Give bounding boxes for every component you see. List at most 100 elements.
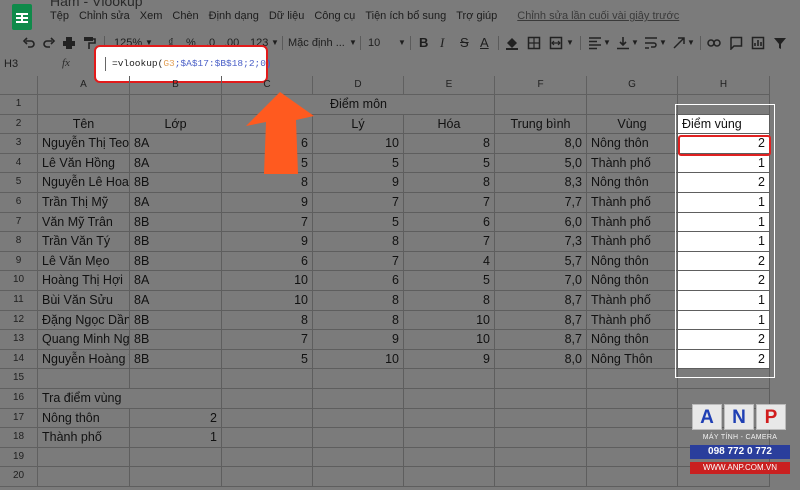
cell-b14[interactable]: 8B <box>130 349 222 370</box>
cell-a9[interactable]: Lê Văn Mẹo <box>38 251 130 272</box>
cell-d9[interactable]: 7 <box>313 251 404 272</box>
cell-b15[interactable] <box>130 369 222 389</box>
row-header-16[interactable]: 16 <box>0 389 38 409</box>
cell-d4[interactable]: 5 <box>313 153 404 174</box>
name-box[interactable]: H3 <box>4 58 18 70</box>
cell-a19[interactable] <box>38 447 130 468</box>
cell-h4[interactable]: 1 <box>678 153 770 174</box>
cell-g15[interactable] <box>587 369 678 389</box>
cell-d7[interactable]: 5 <box>313 212 404 233</box>
cell-h15[interactable] <box>678 369 770 389</box>
cell-f9[interactable]: 5,7 <box>495 251 587 272</box>
cell-g8[interactable]: Thành phố <box>587 232 678 252</box>
print-icon[interactable] <box>62 32 76 54</box>
cell-a11[interactable]: Bùi Văn Sửu <box>38 291 130 311</box>
menu-view[interactable]: Xem <box>140 10 163 26</box>
cell-e20[interactable] <box>404 467 495 487</box>
row-header-14[interactable]: 14 <box>0 349 38 370</box>
cell-c18[interactable] <box>222 428 313 448</box>
cell-c5[interactable]: 8 <box>222 173 313 193</box>
redo-icon[interactable] <box>42 32 56 54</box>
menu-edit[interactable]: Chỉnh sửa <box>79 10 130 26</box>
cell-h6[interactable]: 1 <box>678 193 770 213</box>
cell-b2[interactable]: Lớp <box>130 114 222 135</box>
cell-d15[interactable] <box>313 369 404 389</box>
cell-d13[interactable]: 9 <box>313 330 404 350</box>
cell-b6[interactable]: 8A <box>130 193 222 213</box>
undo-icon[interactable] <box>22 32 36 54</box>
menu-addons[interactable]: Tiện ích bổ sung <box>365 10 446 26</box>
cell-b19[interactable] <box>130 447 222 468</box>
cell-e8[interactable]: 7 <box>404 232 495 252</box>
cell-c20[interactable] <box>222 467 313 487</box>
cell-a14[interactable]: Nguyễn Hoàng Tý <box>38 349 130 370</box>
row-header-7[interactable]: 7 <box>0 212 38 233</box>
menu-insert[interactable]: Chèn <box>172 10 198 26</box>
cell-g18[interactable] <box>587 428 678 448</box>
cell-d2[interactable]: Lý <box>313 114 404 135</box>
cell-h1[interactable] <box>678 95 770 115</box>
cell-g13[interactable]: Nông thôn <box>587 330 678 350</box>
cell-g17[interactable] <box>587 408 678 429</box>
borders-icon[interactable] <box>527 32 541 54</box>
row-header-12[interactable]: 12 <box>0 310 38 331</box>
cell-h10[interactable]: 2 <box>678 271 770 291</box>
cell-e2[interactable]: Hóa <box>404 114 495 135</box>
row-header-9[interactable]: 9 <box>0 251 38 272</box>
cell-a7[interactable]: Văn Mỹ Trân <box>38 212 130 233</box>
cell-g7[interactable]: Thành phố <box>587 212 678 233</box>
cell-f8[interactable]: 7,3 <box>495 232 587 252</box>
cell-a15[interactable] <box>38 369 130 389</box>
cell-d5[interactable]: 9 <box>313 173 404 193</box>
column-header-h[interactable]: H <box>678 76 770 95</box>
row-header-19[interactable]: 19 <box>0 447 38 468</box>
merge-cells-icon[interactable] <box>549 32 563 54</box>
cell-e11[interactable]: 8 <box>404 291 495 311</box>
cell-h9[interactable]: 2 <box>678 251 770 272</box>
select-all-corner[interactable] <box>0 76 38 95</box>
cell-a5[interactable]: Nguyễn Lê Hoa <box>38 173 130 193</box>
cell-e5[interactable]: 8 <box>404 173 495 193</box>
row-header-6[interactable]: 6 <box>0 193 38 213</box>
cell-g20[interactable] <box>587 467 678 487</box>
vertical-align-icon[interactable] <box>616 32 630 54</box>
column-header-e[interactable]: E <box>404 76 495 95</box>
strikethrough-button[interactable]: S <box>460 32 469 54</box>
row-header-20[interactable]: 20 <box>0 467 38 487</box>
cell-c9[interactable]: 6 <box>222 251 313 272</box>
cell-b3[interactable]: 8A <box>130 134 222 154</box>
column-header-g[interactable]: G <box>587 76 678 95</box>
text-wrap-icon[interactable] <box>644 32 658 54</box>
cell-d19[interactable] <box>313 447 404 468</box>
bold-button[interactable]: B <box>419 32 428 54</box>
row-header-5[interactable]: 5 <box>0 173 38 193</box>
cell-e14[interactable]: 9 <box>404 349 495 370</box>
cell-c11[interactable]: 10 <box>222 291 313 311</box>
cell-c7[interactable]: 7 <box>222 212 313 233</box>
cell-c19[interactable] <box>222 447 313 468</box>
cell-a1[interactable] <box>38 95 130 115</box>
cell-c10[interactable]: 10 <box>222 271 313 291</box>
cell-a17[interactable]: Nông thôn <box>38 408 130 429</box>
row-header-1[interactable]: 1 <box>0 95 38 115</box>
row-header-10[interactable]: 10 <box>0 271 38 291</box>
cell-e9[interactable]: 4 <box>404 251 495 272</box>
cell-a6[interactable]: Trần Thị Mỹ <box>38 193 130 213</box>
insert-link-icon[interactable] <box>707 32 721 54</box>
cell-h2[interactable]: Điểm vùng <box>678 114 770 135</box>
italic-button[interactable]: I <box>440 32 444 54</box>
cell-b8[interactable]: 8B <box>130 232 222 252</box>
cell-f6[interactable]: 7,7 <box>495 193 587 213</box>
cell-g14[interactable]: Nông Thôn <box>587 349 678 370</box>
cell-g4[interactable]: Thành phố <box>587 153 678 174</box>
filter-icon[interactable] <box>773 32 787 54</box>
cell-h12[interactable]: 1 <box>678 310 770 331</box>
column-header-d[interactable]: D <box>313 76 404 95</box>
horizontal-align-icon[interactable] <box>588 32 602 54</box>
fill-color-icon[interactable] <box>505 32 519 54</box>
cell-g9[interactable]: Nông thôn <box>587 251 678 272</box>
menu-help[interactable]: Trợ giúp <box>456 10 497 26</box>
cell-e13[interactable]: 10 <box>404 330 495 350</box>
cell-a8[interactable]: Trần Văn Tý <box>38 232 130 252</box>
cell-b18[interactable]: 1 <box>130 428 222 448</box>
